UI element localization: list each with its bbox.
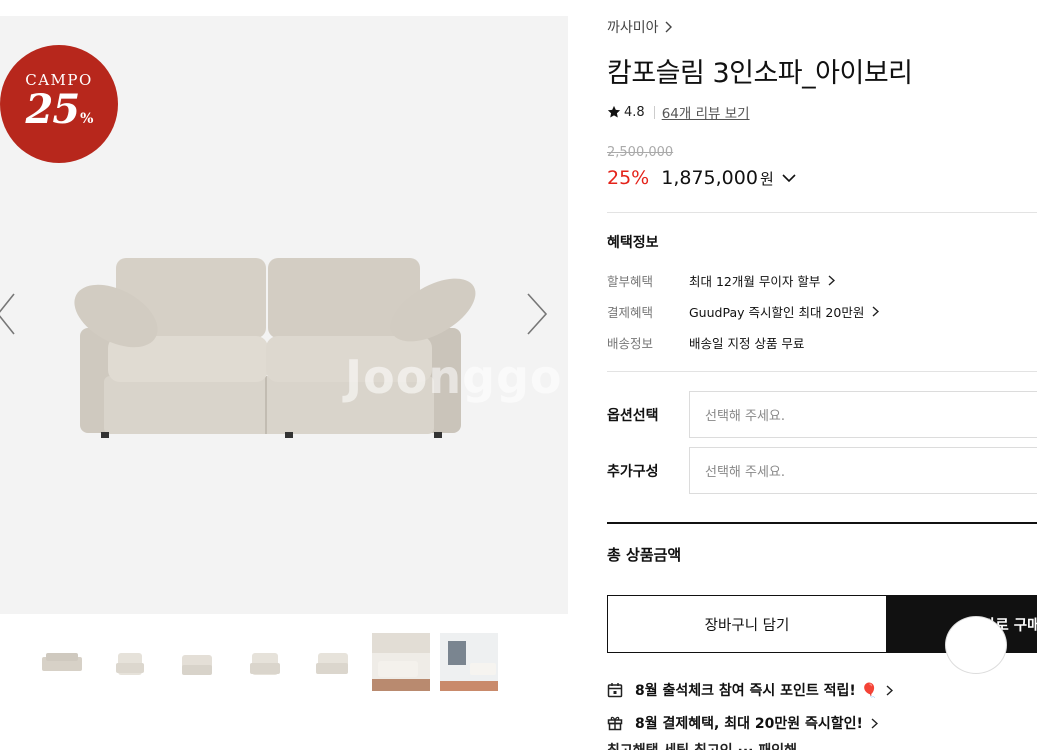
chevron-down-icon — [782, 173, 796, 182]
chevron-right-icon — [886, 684, 894, 696]
divider — [607, 371, 1037, 372]
benefit-delivery: 배송정보 배송일 지정 상품 무료 — [607, 333, 804, 352]
addon-label: 추가구성 — [607, 463, 659, 480]
benefit-label: 배송정보 — [607, 336, 654, 351]
thumbnail-5[interactable] — [304, 633, 362, 691]
option-select-row: 옵션선택 선택해 주세요. — [607, 391, 1037, 438]
benefit-payment: 결제혜택 GuudPay 즉시할인 최대 20만원 — [607, 302, 880, 321]
chevron-right-icon — [871, 717, 878, 729]
addon-select-row: 추가구성 선택해 주세요. — [607, 447, 1037, 494]
brand-link[interactable]: 까사미아 — [607, 17, 673, 37]
promo-partial: 최고해택 세팅 최고인 ··· 패인해 — [607, 740, 797, 750]
benefits-title: 혜택정보 — [607, 235, 659, 251]
thumbnail-4[interactable] — [236, 633, 294, 691]
thumbnail-3[interactable] — [168, 633, 226, 691]
benefit-label: 결제혜택 — [607, 305, 654, 320]
chevron-right-icon[interactable] — [828, 275, 836, 286]
promo-payment[interactable]: 8월 결제혜택, 최대 20만원 즉시할인! — [607, 713, 878, 733]
promo-text: 8월 결제혜택, 최대 20만원 즉시할인! — [635, 716, 863, 732]
price-unit: 원 — [759, 169, 774, 188]
divider — [653, 105, 655, 119]
divider — [607, 522, 1037, 524]
product-info-panel: 까사미아 캄포슬림 3인소파_아이보리 4.8 64개 리뷰 보기 2,500,… — [607, 0, 1037, 750]
thumbnail-6[interactable] — [372, 633, 430, 691]
gallery-next-arrow-icon[interactable] — [520, 290, 550, 338]
addon-select[interactable]: 선택해 주세요. — [689, 447, 1037, 494]
watermark: Joonggo — [345, 350, 563, 404]
option-label: 옵션선택 — [607, 407, 659, 424]
option-select[interactable]: 선택해 주세요. — [689, 391, 1037, 438]
chevron-right-icon[interactable] — [872, 306, 880, 317]
thumbnail-strip — [32, 633, 498, 691]
discount-badge: CAMPO 25% — [0, 45, 118, 163]
gallery-prev-arrow-icon[interactable] — [0, 290, 24, 338]
benefit-value: 배송일 지정 상품 무료 — [689, 336, 805, 351]
price-row: 25% 1,875,000 원 — [607, 167, 796, 189]
rating-score: 4.8 — [624, 104, 645, 120]
discount-rate: 25% — [607, 167, 650, 189]
benefit-installment: 할부혜택 최대 12개월 무이자 할부 — [607, 271, 836, 290]
sofa-image — [74, 258, 476, 438]
product-title: 캄포슬림 3인소파_아이보리 — [607, 58, 913, 89]
price-detail-toggle[interactable] — [782, 173, 796, 183]
sale-price: 1,875,000 — [661, 167, 758, 189]
calendar-icon — [607, 682, 627, 698]
promo-attendance[interactable]: 8월 출석체크 참여 즉시 포인트 적립! 🎈 — [607, 680, 894, 700]
benefit-value: 최대 12개월 무이자 할부 — [689, 274, 821, 289]
promo-text: 8월 출석체크 참여 즉시 포인트 적립! 🎈 — [635, 683, 879, 699]
gift-icon — [607, 715, 627, 731]
thumbnail-2[interactable] — [100, 633, 158, 691]
total-price-label: 총 상품금액 — [607, 546, 682, 564]
thumbnail-1[interactable] — [32, 633, 90, 691]
benefit-label: 할부혜택 — [607, 274, 654, 289]
brand-name: 까사미아 — [607, 20, 659, 36]
benefit-value: GuudPay 즉시할인 최대 20만원 — [689, 305, 865, 320]
product-image-gallery: CAMPO 25% Joonggo — [0, 16, 568, 614]
scroll-top-button[interactable] — [945, 616, 1007, 674]
reviews-link[interactable]: 64개 리뷰 보기 — [662, 102, 750, 122]
badge-percent: 25% — [25, 86, 94, 133]
add-to-cart-button[interactable]: 장바구니 담기 — [607, 595, 887, 653]
chevron-right-icon — [665, 21, 672, 33]
original-price: 2,500,000 — [607, 145, 674, 160]
divider — [607, 212, 1037, 213]
star-icon — [607, 105, 621, 118]
thumbnail-7[interactable] — [440, 633, 498, 691]
rating-row: 4.8 64개 리뷰 보기 — [607, 102, 750, 122]
